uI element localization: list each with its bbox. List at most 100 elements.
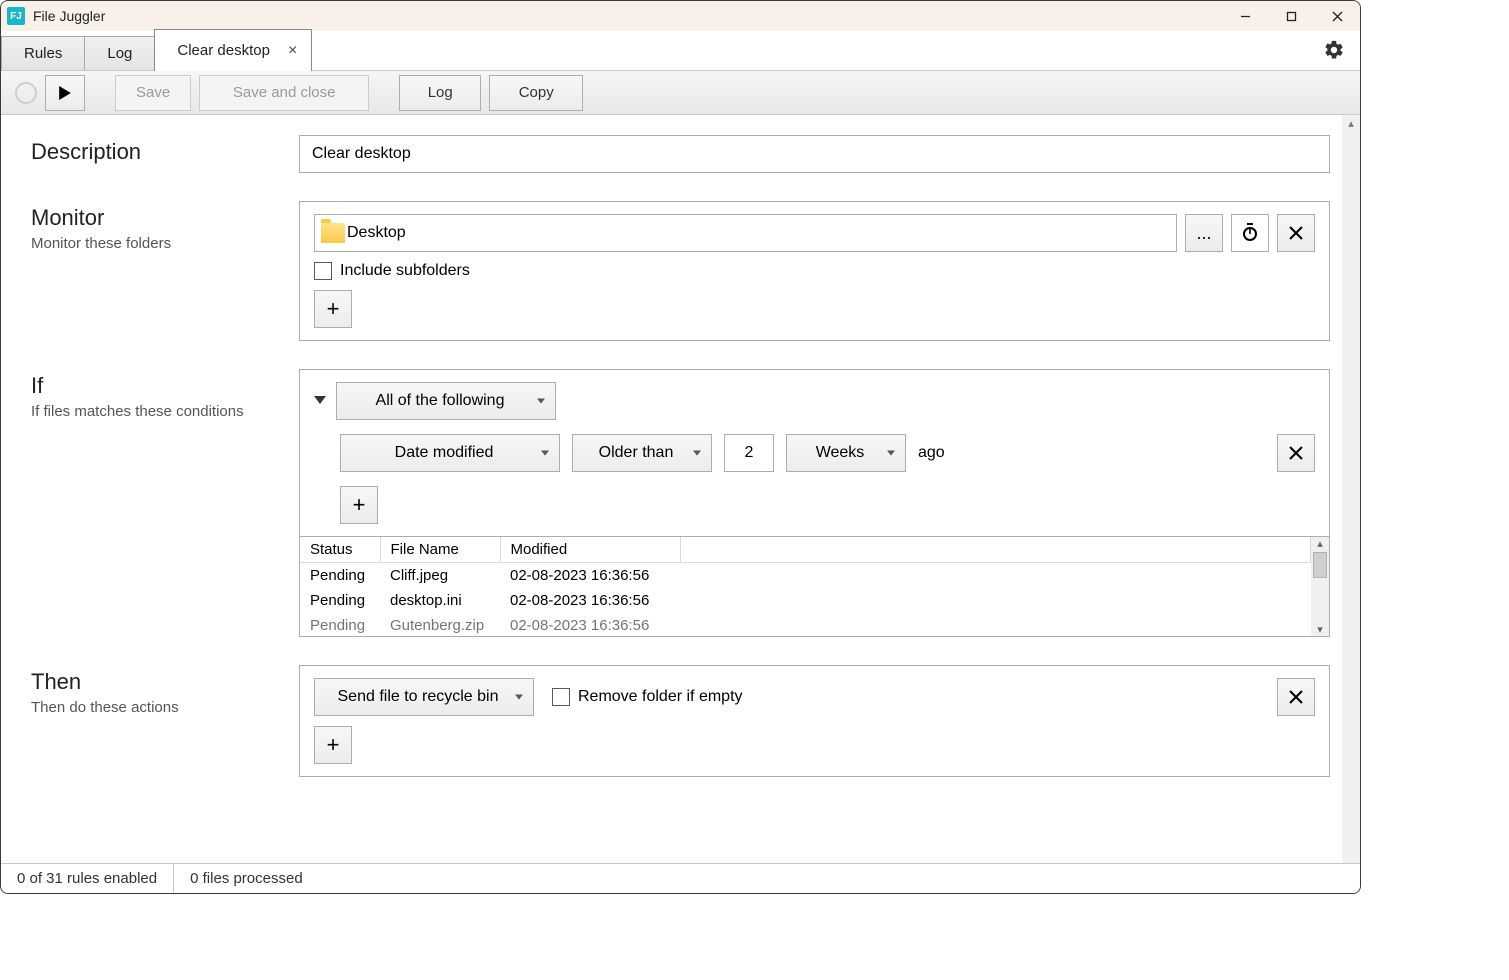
- remove-condition-button[interactable]: [1277, 434, 1315, 472]
- scroll-up-icon: ▴: [1317, 537, 1323, 550]
- copy-button-label: Copy: [519, 84, 554, 101]
- then-sublabel: Then do these actions: [31, 699, 299, 716]
- browse-label: ...: [1196, 223, 1211, 244]
- then-panel: Send file to recycle bin Remove folder i…: [299, 665, 1330, 777]
- condition-field-select[interactable]: Date modified: [340, 434, 560, 472]
- play-icon: [58, 86, 72, 100]
- combine-mode-select[interactable]: All of the following: [336, 382, 556, 420]
- collapse-toggle[interactable]: [314, 396, 326, 404]
- save-button-label: Save: [136, 84, 170, 101]
- plus-icon: +: [327, 296, 340, 322]
- app-icon: FJ: [7, 7, 25, 25]
- scroll-thumb[interactable]: [1313, 552, 1327, 578]
- app-window: FJ File Juggler Rules Log Clear desktop …: [0, 0, 1361, 894]
- monitor-label: Monitor: [31, 205, 299, 231]
- tab-strip: Rules Log Clear desktop ×: [1, 31, 1360, 71]
- monitor-folder-input[interactable]: Desktop: [314, 214, 1177, 252]
- condition-value-label: 2: [745, 444, 754, 462]
- monitor-schedule-button[interactable]: [1231, 214, 1269, 252]
- table-scrollbar[interactable]: ▴ ▾: [1311, 537, 1329, 636]
- condition-suffix-label: ago: [918, 444, 945, 462]
- stopwatch-icon: [1240, 223, 1260, 243]
- if-row: If If files matches these conditions All…: [31, 369, 1330, 637]
- close-icon: [1289, 446, 1303, 460]
- save-button[interactable]: Save: [115, 75, 191, 111]
- remove-empty-label: Remove folder if empty: [578, 688, 743, 706]
- then-row: Then Then do these actions Send file to …: [31, 665, 1330, 777]
- if-panel: All of the following Date modified Older…: [299, 369, 1330, 537]
- close-window-button[interactable]: [1314, 1, 1360, 31]
- status-files: 0 files processed: [174, 864, 319, 893]
- condition-field-label: Date modified: [395, 444, 494, 462]
- tab-rules-label: Rules: [24, 45, 62, 62]
- close-icon: [1289, 226, 1303, 240]
- status-indicator-icon: [15, 82, 37, 104]
- description-input[interactable]: [299, 135, 1330, 173]
- save-and-close-button[interactable]: Save and close: [199, 75, 369, 111]
- browse-folder-button[interactable]: ...: [1185, 214, 1223, 252]
- condition-row: Date modified Older than 2 Weeks ago: [340, 434, 1315, 472]
- plus-icon: +: [353, 492, 366, 518]
- titlebar: FJ File Juggler: [1, 1, 1360, 31]
- remove-empty-checkbox[interactable]: [552, 688, 570, 706]
- col-spacer: [680, 537, 1311, 563]
- editor-body: ▴ Description Monitor Monitor these fold…: [1, 115, 1360, 863]
- condition-unit-select[interactable]: Weeks: [786, 434, 906, 472]
- add-action-button[interactable]: +: [314, 726, 352, 764]
- minimize-button[interactable]: [1222, 1, 1268, 31]
- condition-op-label: Older than: [599, 444, 674, 462]
- vertical-scrollbar[interactable]: ▴: [1342, 115, 1360, 863]
- include-subfolders-checkbox[interactable]: [314, 262, 332, 280]
- description-label: Description: [31, 139, 299, 165]
- table-row[interactable]: Pending desktop.ini 02-08-2023 16:36:56: [300, 588, 1311, 613]
- tab-log[interactable]: Log: [84, 36, 155, 70]
- status-bar: 0 of 31 rules enabled 0 files processed: [1, 863, 1360, 893]
- col-file[interactable]: File Name: [380, 537, 500, 563]
- gear-icon: [1323, 39, 1345, 61]
- add-monitor-button[interactable]: +: [314, 290, 352, 328]
- log-button[interactable]: Log: [399, 75, 481, 111]
- status-rules: 0 of 31 rules enabled: [1, 864, 174, 893]
- tab-log-label: Log: [107, 45, 132, 62]
- if-sublabel: If files matches these conditions: [31, 403, 299, 420]
- remove-monitor-button[interactable]: [1277, 214, 1315, 252]
- condition-op-select[interactable]: Older than: [572, 434, 712, 472]
- maximize-button[interactable]: [1268, 1, 1314, 31]
- combine-mode-label: All of the following: [376, 392, 505, 410]
- description-row: Description: [31, 135, 1330, 173]
- close-icon: [1289, 690, 1303, 704]
- table-row[interactable]: Pending Cliff.jpeg 02-08-2023 16:36:56: [300, 563, 1311, 589]
- plus-icon: +: [327, 732, 340, 758]
- monitor-panel: Desktop ... Include su: [299, 201, 1330, 341]
- app-title: File Juggler: [33, 8, 105, 24]
- add-condition-button[interactable]: +: [340, 486, 378, 524]
- monitor-folder-name: Desktop: [347, 224, 406, 242]
- tab-close-icon[interactable]: ×: [288, 42, 297, 60]
- matches-table: Status File Name Modified Pending: [299, 537, 1330, 637]
- scroll-up-icon: ▴: [1348, 115, 1354, 132]
- tab-clear-desktop-label: Clear desktop: [177, 42, 270, 59]
- action-select-label: Send file to recycle bin: [338, 688, 499, 706]
- copy-button[interactable]: Copy: [489, 75, 583, 111]
- include-subfolders-label: Include subfolders: [340, 262, 470, 280]
- table-row[interactable]: Pending Gutenberg.zip 02-08-2023 16:36:5…: [300, 613, 1311, 636]
- scroll-down-icon: ▾: [1317, 623, 1323, 636]
- run-button[interactable]: [45, 75, 85, 111]
- log-button-label: Log: [428, 84, 453, 101]
- save-and-close-label: Save and close: [233, 84, 336, 101]
- remove-action-button[interactable]: [1277, 678, 1315, 716]
- toolbar: Save Save and close Log Copy: [1, 71, 1360, 115]
- then-label: Then: [31, 669, 299, 695]
- monitor-row: Monitor Monitor these folders Desktop ..…: [31, 201, 1330, 341]
- action-select[interactable]: Send file to recycle bin: [314, 678, 534, 716]
- condition-value-input[interactable]: 2: [724, 434, 774, 472]
- condition-unit-label: Weeks: [816, 444, 865, 462]
- monitor-sublabel: Monitor these folders: [31, 235, 299, 252]
- tab-clear-desktop[interactable]: Clear desktop ×: [154, 29, 312, 71]
- if-label: If: [31, 373, 299, 399]
- settings-button[interactable]: [1314, 30, 1354, 70]
- col-status[interactable]: Status: [300, 537, 380, 563]
- col-modified[interactable]: Modified: [500, 537, 680, 563]
- tab-rules[interactable]: Rules: [1, 36, 85, 70]
- folder-icon: [321, 223, 345, 243]
